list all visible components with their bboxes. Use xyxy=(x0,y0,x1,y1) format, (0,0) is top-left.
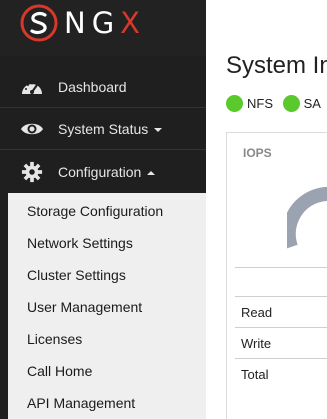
tachometer-icon xyxy=(22,82,42,94)
row-label-write: Write xyxy=(241,336,272,351)
main-content: System In NFS SA IOPS Read Write Total xyxy=(206,0,327,419)
divider xyxy=(235,358,327,359)
brand-text-main: NG xyxy=(64,6,121,40)
status-label-sa: SA xyxy=(303,96,321,112)
sidebar-item-label: Dashboard xyxy=(58,79,127,95)
gear-icon xyxy=(21,161,43,183)
configuration-submenu: Storage Configuration Network Settings C… xyxy=(8,193,206,419)
status-indicator-nfs xyxy=(226,95,243,113)
submenu-item-network-settings[interactable]: Network Settings xyxy=(27,234,133,252)
submenu-item-cluster-settings[interactable]: Cluster Settings xyxy=(27,266,126,284)
divider xyxy=(235,296,327,297)
sidebar-item-label-text: System Status xyxy=(58,121,149,137)
sidebar: NGX Dashboard System Status Configuratio… xyxy=(0,0,206,419)
sidebar-item-label-text: Configuration xyxy=(58,164,142,180)
brand-name: NGX xyxy=(64,6,146,40)
row-label-read: Read xyxy=(241,305,273,320)
brand-text-accent: X xyxy=(120,6,147,40)
iops-gauge xyxy=(287,186,327,249)
sidebar-item-dashboard[interactable]: Dashboard xyxy=(0,66,206,108)
submenu-item-licenses[interactable]: Licenses xyxy=(27,330,82,348)
page-title: System In xyxy=(226,52,327,79)
row-label-total: Total xyxy=(241,367,269,382)
submenu-item-api-management[interactable]: API Management xyxy=(27,394,135,412)
sidebar-item-label: System Status xyxy=(58,120,163,138)
sidebar-item-system-status[interactable]: System Status xyxy=(0,108,206,150)
status-label-nfs: NFS xyxy=(247,96,273,112)
panel-title: IOPS xyxy=(243,146,272,160)
caret-down-icon xyxy=(154,128,163,133)
logo-mark-icon xyxy=(20,4,58,42)
divider xyxy=(235,267,327,268)
service-status-row: NFS SA xyxy=(226,95,327,113)
sidebar-item-configuration[interactable]: Configuration xyxy=(0,151,206,193)
iops-panel: IOPS Read Write Total xyxy=(226,132,327,419)
submenu-item-storage-configuration[interactable]: Storage Configuration xyxy=(27,202,163,220)
eye-icon xyxy=(21,123,43,135)
submenu-item-user-management[interactable]: User Management xyxy=(27,298,142,316)
submenu-item-call-home[interactable]: Call Home xyxy=(27,362,92,380)
divider xyxy=(235,327,327,328)
brand-logo[interactable]: NGX xyxy=(0,0,206,56)
sidebar-item-label: Configuration xyxy=(58,163,156,181)
status-indicator-sa xyxy=(282,95,300,113)
caret-up-icon xyxy=(147,171,156,176)
